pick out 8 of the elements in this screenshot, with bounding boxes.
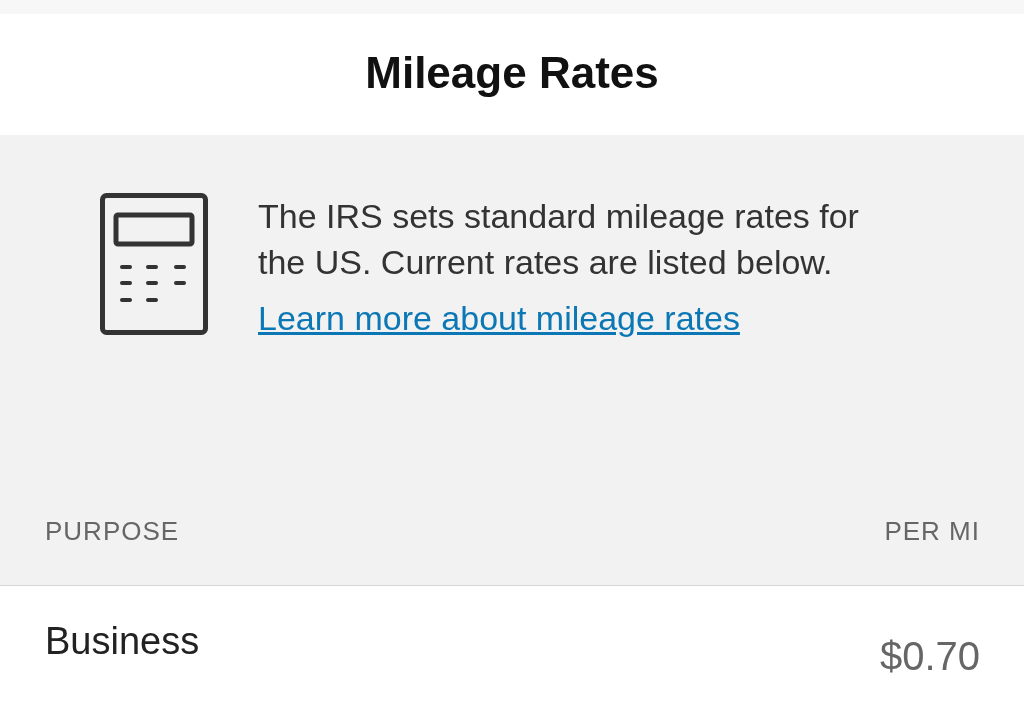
rate-value: $0.70 [879, 634, 980, 679]
purpose-label: Business [45, 620, 200, 663]
column-header: PURPOSE [45, 516, 180, 547]
learn-more-link[interactable]: Learn more about mileage rates [258, 299, 740, 338]
calculator-icon [100, 193, 208, 335]
screen-title: Mileage Rates [365, 47, 659, 98]
column-header: PER MI [884, 516, 980, 547]
info-text: The IRS sets standard mileage rates for the US. Current rates are listed below. [258, 196, 860, 283]
